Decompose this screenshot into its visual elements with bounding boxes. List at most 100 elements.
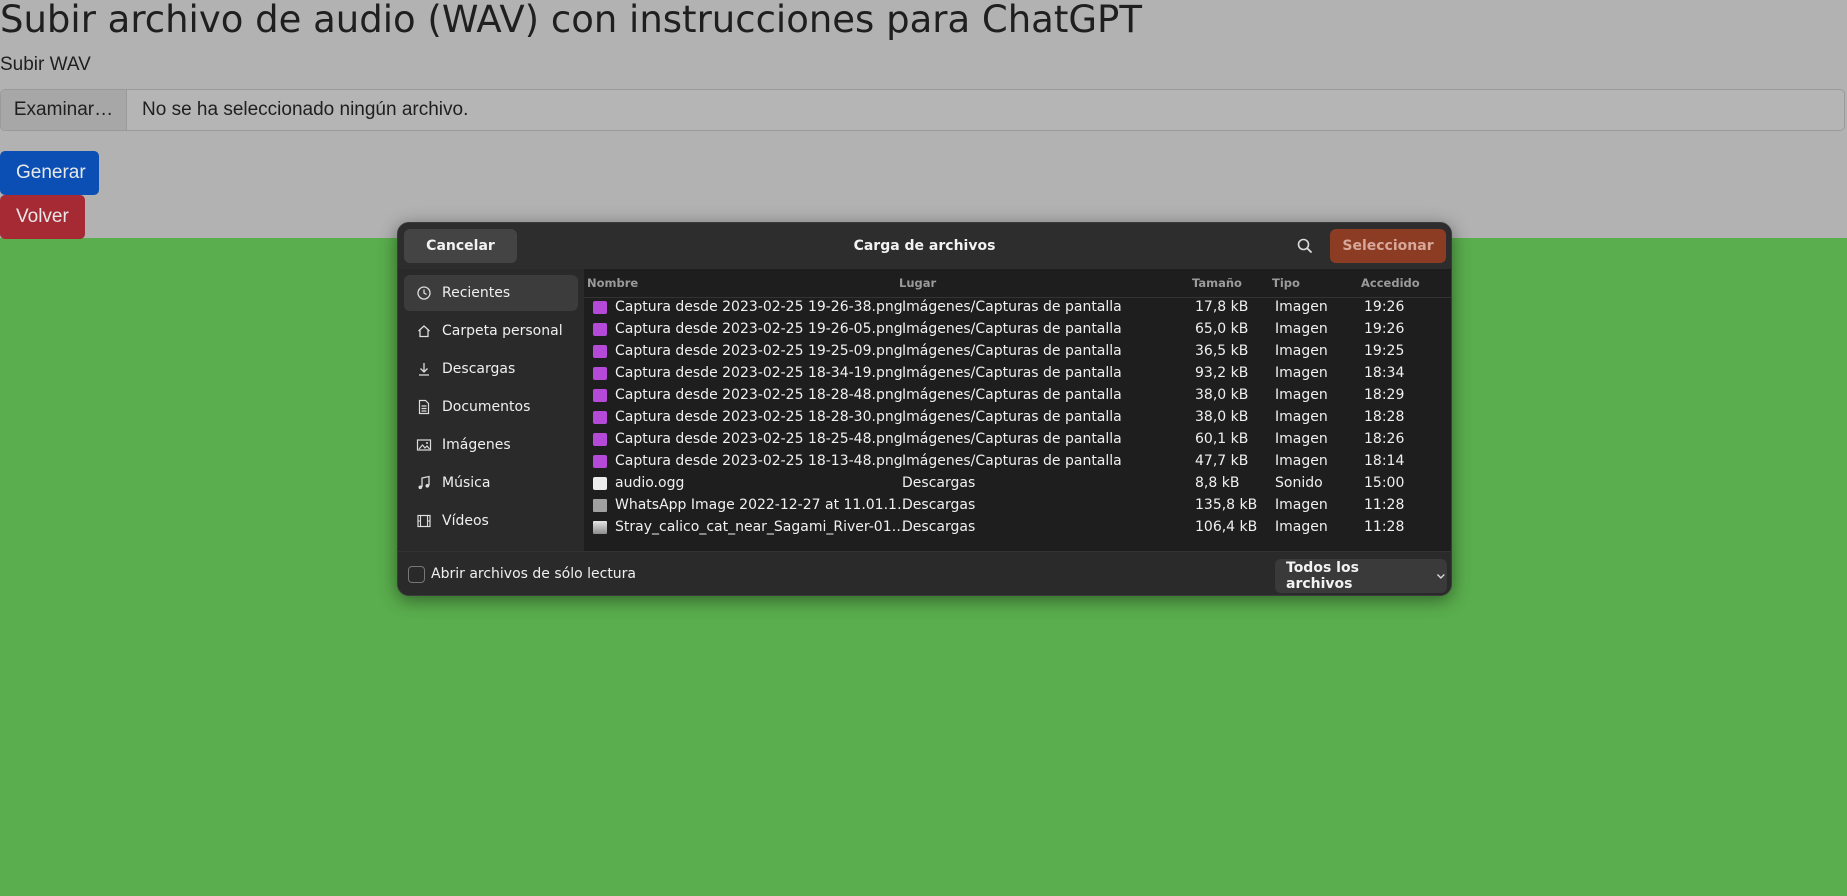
file-row[interactable]: Captura desde 2023-02-25 19-25-09.png Imá… xyxy=(584,341,1451,363)
back-button[interactable]: Volver xyxy=(0,195,85,239)
file-size: 93,2 kB xyxy=(1195,365,1249,381)
file-accessed: 18:29 xyxy=(1364,387,1405,403)
audio-file-icon xyxy=(593,477,607,490)
browse-button[interactable]: Examinar… xyxy=(1,90,127,130)
filter-label: Todos los archivos xyxy=(1286,560,1359,592)
readonly-checkbox[interactable] xyxy=(408,566,425,583)
file-name: Captura desde 2023-02-25 19-26-05.png xyxy=(615,321,903,337)
file-row[interactable]: WhatsApp Image 2022-12-27 at 11.01.1… Des… xyxy=(584,495,1451,517)
image-file-icon xyxy=(593,345,607,358)
sidebar-item-label: Vídeos xyxy=(442,513,489,529)
file-name: Captura desde 2023-02-25 18-28-48.png xyxy=(615,387,903,403)
sidebar-item-label: Carpeta personal xyxy=(442,323,563,339)
column-header-size[interactable]: Tamaño xyxy=(1192,276,1242,290)
sidebar-item-descargas[interactable]: Descargas xyxy=(404,351,578,387)
file-row[interactable]: Captura desde 2023-02-25 18-34-19.png Imá… xyxy=(584,363,1451,385)
sidebar-item-label: Imágenes xyxy=(442,437,511,453)
file-status-text: No se ha seleccionado ningún archivo. xyxy=(142,99,469,120)
image-file-icon xyxy=(593,301,607,314)
file-type: Imagen xyxy=(1275,431,1328,447)
file-name: Captura desde 2023-02-25 18-25-48.png xyxy=(615,431,903,447)
sidebar-item-imagenes[interactable]: Imágenes xyxy=(404,427,578,463)
clock-icon xyxy=(417,286,431,300)
file-accessed: 15:00 xyxy=(1364,475,1405,491)
file-place: Descargas xyxy=(902,519,976,535)
cancel-button[interactable]: Cancelar xyxy=(404,229,517,263)
file-accessed: 18:14 xyxy=(1364,453,1405,469)
file-place: Imágenes/Capturas de pantalla xyxy=(902,387,1122,403)
file-type: Sonido xyxy=(1275,475,1323,491)
file-accessed: 18:34 xyxy=(1364,365,1405,381)
file-type-filter-dropdown[interactable]: Todos los archivos xyxy=(1275,559,1447,593)
select-button[interactable]: Seleccionar xyxy=(1330,229,1446,263)
column-header-accessed[interactable]: Accedido xyxy=(1361,276,1420,290)
file-name: WhatsApp Image 2022-12-27 at 11.01.1… xyxy=(615,497,911,513)
file-type: Imagen xyxy=(1275,519,1328,535)
file-place: Descargas xyxy=(902,497,976,513)
file-accessed: 19:26 xyxy=(1364,321,1405,337)
file-place: Imágenes/Capturas de pantalla xyxy=(902,365,1122,381)
file-place: Imágenes/Capturas de pantalla xyxy=(902,299,1122,315)
file-name: audio.ogg xyxy=(615,475,685,491)
generate-button[interactable]: Generar xyxy=(0,151,99,195)
file-name: Captura desde 2023-02-25 19-26-38.png xyxy=(615,299,903,315)
image-icon xyxy=(416,439,432,451)
file-type: Imagen xyxy=(1275,497,1328,513)
page-header-area: Subir archivo de audio (WAV) con instruc… xyxy=(0,0,1847,239)
upload-label: Subir WAV xyxy=(0,54,91,75)
file-place: Imágenes/Capturas de pantalla xyxy=(902,431,1122,447)
file-row[interactable]: Captura desde 2023-02-25 19-26-05.png Imá… xyxy=(584,319,1451,341)
file-row[interactable]: Captura desde 2023-02-25 19-26-38.png Imá… xyxy=(584,297,1451,319)
file-name: Captura desde 2023-02-25 19-25-09.png xyxy=(615,343,903,359)
file-chooser-dialog: Cancelar Carga de archivos Seleccionar R… xyxy=(397,222,1452,596)
file-accessed: 19:25 xyxy=(1364,343,1405,359)
sidebar-item-carpeta-personal[interactable]: Carpeta personal xyxy=(404,313,578,349)
image-file-icon xyxy=(593,389,607,402)
file-type: Imagen xyxy=(1275,453,1328,469)
file-place: Imágenes/Capturas de pantalla xyxy=(902,343,1122,359)
file-size: 60,1 kB xyxy=(1195,431,1249,447)
file-row[interactable]: audio.ogg Descargas 8,8 kB Sonido 15:00 xyxy=(584,473,1451,495)
file-place: Imágenes/Capturas de pantalla xyxy=(902,409,1122,425)
dialog-title: Carga de archivos xyxy=(853,238,996,254)
page-title: Subir archivo de audio (WAV) con instruc… xyxy=(0,0,1142,41)
file-accessed: 11:28 xyxy=(1364,497,1405,513)
places-sidebar: Recientes Carpeta personal Descargas Doc… xyxy=(398,269,584,551)
column-header-place[interactable]: Lugar xyxy=(899,276,936,290)
file-type: Imagen xyxy=(1275,321,1328,337)
file-row[interactable]: Captura desde 2023-02-25 18-28-48.png Imá… xyxy=(584,385,1451,407)
file-row[interactable]: Stray_calico_cat_near_Sagami_River-01… De… xyxy=(584,517,1451,539)
file-size: 106,4 kB xyxy=(1195,519,1258,535)
column-header-name[interactable]: Nombre xyxy=(587,276,638,290)
photo-thumbnail-icon xyxy=(593,521,607,534)
sidebar-item-videos[interactable]: Vídeos xyxy=(404,503,578,539)
image-file-icon xyxy=(593,323,607,336)
file-name: Captura desde 2023-02-25 18-28-30.png xyxy=(615,409,903,425)
file-size: 47,7 kB xyxy=(1195,453,1249,469)
sidebar-item-documentos[interactable]: Documentos xyxy=(404,389,578,425)
file-size: 65,0 kB xyxy=(1195,321,1249,337)
file-row[interactable]: Captura desde 2023-02-25 18-28-30.png Imá… xyxy=(584,407,1451,429)
file-place: Imágenes/Capturas de pantalla xyxy=(902,453,1122,469)
dialog-header: Cancelar Carga de archivos Seleccionar xyxy=(398,223,1451,269)
search-icon[interactable] xyxy=(1295,236,1315,256)
file-accessed: 18:28 xyxy=(1364,409,1405,425)
file-row[interactable]: Captura desde 2023-02-25 18-13-48.png Imá… xyxy=(584,451,1451,473)
sidebar-item-label: Recientes xyxy=(442,285,511,301)
download-icon xyxy=(419,363,429,376)
sidebar-item-musica[interactable]: Música xyxy=(404,465,578,501)
file-size: 38,0 kB xyxy=(1195,409,1249,425)
file-name: Stray_calico_cat_near_Sagami_River-01… xyxy=(615,519,906,535)
sidebar-item-recientes[interactable]: Recientes xyxy=(404,275,578,311)
file-row[interactable]: Captura desde 2023-02-25 18-25-48.png Imá… xyxy=(584,429,1451,451)
file-type: Imagen xyxy=(1275,387,1328,403)
readonly-label: Abrir archivos de sólo lectura xyxy=(431,566,637,582)
column-header-type[interactable]: Tipo xyxy=(1272,276,1300,290)
file-place: Descargas xyxy=(902,475,976,491)
image-thumbnail-icon xyxy=(593,499,607,512)
file-name: Captura desde 2023-02-25 18-34-19.png xyxy=(615,365,903,381)
music-icon xyxy=(418,475,430,490)
file-type: Imagen xyxy=(1275,365,1328,381)
file-input[interactable]: Examinar… No se ha seleccionado ningún a… xyxy=(0,89,1845,131)
file-size: 17,8 kB xyxy=(1195,299,1249,315)
